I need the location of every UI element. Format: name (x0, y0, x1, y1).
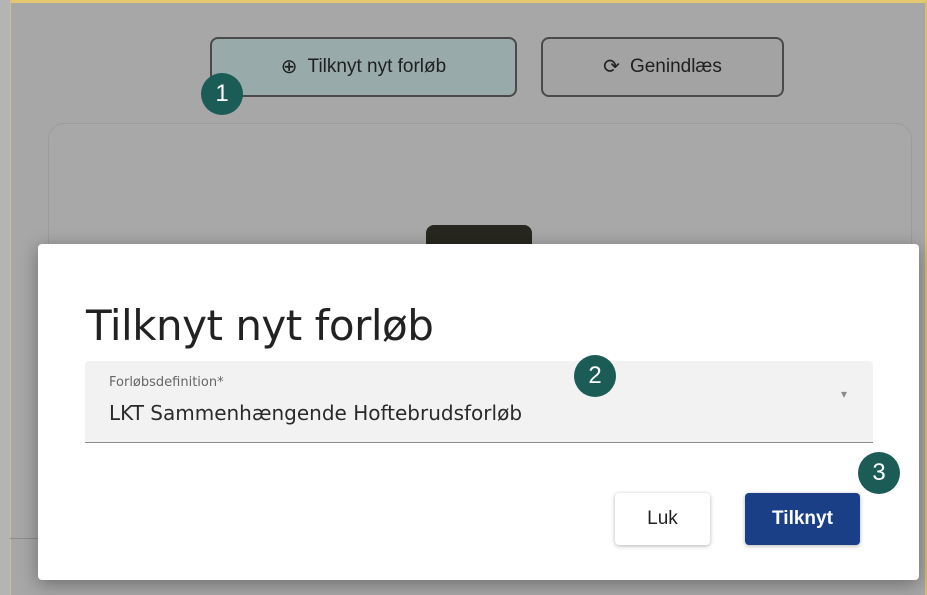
course-definition-label: Forløbsdefinition* (109, 375, 224, 390)
refresh-icon: ⟳ (603, 56, 620, 78)
course-definition-value: LKT Sammenhængende Hoftebrudsforløb (109, 401, 523, 425)
plus-circle-icon: ⊕ (280, 56, 298, 78)
step-marker-3: 3 (858, 452, 900, 494)
reload-button-label: Genindlæs (629, 56, 722, 77)
divider (10, 538, 40, 539)
course-definition-select[interactable]: Forløbsdefinition* LKT Sammenhængende Ho… (85, 361, 873, 443)
step-marker-1: 1 (201, 73, 243, 115)
add-course-button[interactable]: ⊕ Tilknyt nyt forløb (210, 37, 517, 97)
reload-button[interactable]: ⟳ Genindlæs (541, 37, 784, 97)
submit-button[interactable]: Tilknyt (745, 493, 860, 545)
add-course-dialog: Tilknyt nyt forløb Forløbsdefinition* LK… (38, 244, 919, 580)
left-sidebar-strip (0, 0, 11, 595)
dropdown-arrow-icon[interactable]: ▾ (841, 387, 847, 401)
step-marker-2: 2 (574, 355, 616, 397)
close-button[interactable]: Luk (615, 493, 710, 545)
dialog-title: Tilknyt nyt forløb (86, 301, 434, 350)
add-course-button-label: Tilknyt nyt forløb (307, 56, 447, 77)
